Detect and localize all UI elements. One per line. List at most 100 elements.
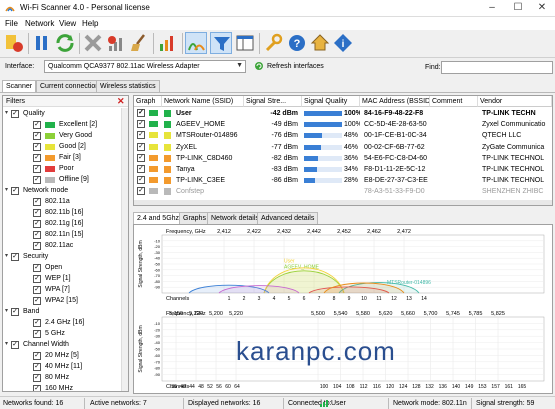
checkbox[interactable]: ✓ (33, 242, 41, 250)
graph-checkbox[interactable]: ✓ (137, 176, 145, 185)
graph-checkbox[interactable]: ✓ (137, 153, 145, 162)
tab-advanced-details[interactable]: Advanced details (257, 212, 319, 224)
start-scan-button[interactable] (3, 32, 25, 54)
checkbox[interactable]: ✓ (33, 374, 41, 382)
table-row[interactable]: ✓ TP-LINK_C3EE -86 dBm 28% E8-DE-27-37-C3-EE… (134, 175, 552, 186)
home-button[interactable] (309, 32, 331, 54)
filter-item[interactable]: ✓ WPA2 [15] (3, 296, 128, 307)
collapse-icon[interactable]: ▾ (5, 186, 8, 193)
graph-checkbox[interactable]: ✓ (137, 187, 145, 196)
filter-item[interactable]: ✓ Good [2] (3, 142, 128, 153)
minimize-button[interactable]: – (479, 0, 505, 17)
filter-item[interactable]: ✓ 80 MHz (3, 373, 128, 384)
checkbox[interactable]: ✓ (33, 209, 41, 217)
interface-select[interactable]: Qualcomm QCA9377 802.11ac Wireless Adapt… (44, 60, 246, 73)
graph-checkbox[interactable]: ✓ (137, 109, 145, 117)
settings-button[interactable] (262, 32, 284, 54)
checkbox[interactable]: ✓ (33, 385, 41, 391)
about-button[interactable]: i (332, 32, 354, 54)
checkbox[interactable]: ✓ (33, 132, 41, 140)
menu-view[interactable]: View (59, 19, 76, 28)
menu-file[interactable]: File (5, 19, 18, 28)
tab-graphs[interactable]: Graphs (179, 212, 210, 224)
pause-button[interactable] (31, 32, 53, 54)
checkbox[interactable]: ✓ (33, 363, 41, 371)
filter-item[interactable]: ✓ Poor (3, 164, 128, 175)
maximize-button[interactable]: ☐ (505, 0, 531, 17)
filter-item[interactable]: ✓ Offline [9] (3, 175, 128, 186)
filter-item[interactable]: ✓ 802.11n [15] (3, 230, 128, 241)
filter-group[interactable]: ▾ ✓ Channel Width (3, 340, 128, 351)
filter-item[interactable]: ✓ 2.4 GHz [16] (3, 318, 128, 329)
find-input[interactable] (441, 61, 553, 74)
table-row[interactable]: ✓ Tanya -83 dBm 34% F8-D1-11-2E-5C-12 TP-LINK… (134, 164, 552, 175)
filter-group[interactable]: ▾ ✓ Quality (3, 109, 128, 120)
checkbox[interactable]: ✓ (33, 286, 41, 294)
filter-item[interactable]: ✓ 802.11ac (3, 241, 128, 252)
checkbox[interactable]: ✓ (33, 319, 41, 327)
tab-current-connection[interactable]: Current connection (36, 80, 104, 92)
delete-button[interactable] (82, 32, 104, 54)
filter-item[interactable]: ✓ Open (3, 263, 128, 274)
checkbox[interactable]: ✓ (11, 110, 19, 118)
filter-item[interactable]: ✓ 802.11g [16] (3, 219, 128, 230)
filter-button[interactable] (210, 32, 232, 54)
col-graph[interactable]: Graph (134, 96, 162, 107)
table-row[interactable]: ✓ User -42 dBm 100% 84-16-F9-48-22-F8 TP-LINK… (134, 108, 552, 119)
filter-item[interactable]: ✓ Excellent [2] (3, 120, 128, 131)
col-ssid[interactable]: Network Name (SSID) (162, 96, 244, 107)
checkbox[interactable]: ✓ (33, 231, 41, 239)
table-row[interactable]: ✓ ZyXEL -77 dBm 46% 00-02-CF-6B-77-62 ZyGate … (134, 142, 552, 153)
checkbox[interactable]: ✓ (33, 176, 41, 184)
checkbox[interactable]: ✓ (33, 330, 41, 338)
filter-item[interactable]: ✓ 40 MHz [11] (3, 362, 128, 373)
table-row[interactable]: ✓ Confstep 78-A3-51-33-F9-D0 SHENZHEN ZHIBC (134, 186, 552, 197)
graph-view-button[interactable] (157, 32, 179, 54)
table-row[interactable]: ✓ AGEEV_HOME -49 dBm 100% CC-5D-4E-28-63-50 Z… (134, 119, 552, 130)
filters-scrollbar[interactable] (121, 108, 128, 391)
signal-graph-button[interactable] (185, 32, 207, 54)
checkbox[interactable]: ✓ (33, 264, 41, 272)
checkbox[interactable]: ✓ (11, 308, 19, 316)
checkbox[interactable]: ✓ (33, 121, 41, 129)
collapse-icon[interactable]: ▾ (5, 340, 8, 347)
filter-group[interactable]: ▾ ✓ Security (3, 252, 128, 263)
col-vendor[interactable]: Vendor (478, 96, 552, 107)
refresh-interfaces-button[interactable]: Refresh interfaces (254, 61, 334, 73)
col-mac-address[interactable]: MAC Address (BSSID) (360, 96, 430, 107)
clear-filters-icon[interactable]: ✕ (117, 96, 125, 107)
checkbox[interactable]: ✓ (33, 198, 41, 206)
horizontal-scrollbar[interactable] (134, 200, 552, 205)
checkbox[interactable]: ✓ (33, 165, 41, 173)
tab-wireless-statistics[interactable]: Wireless statistics (96, 80, 160, 92)
checkbox[interactable]: ✓ (33, 297, 41, 305)
filter-item[interactable]: ✓ Fair [3] (3, 153, 128, 164)
filter-item[interactable]: ✓ 802.11b [16] (3, 208, 128, 219)
col-comment[interactable]: Comment (430, 96, 478, 107)
refresh-button[interactable] (54, 32, 76, 54)
checkbox[interactable]: ✓ (11, 341, 19, 349)
filter-item[interactable]: ✓ WEP [1] (3, 274, 128, 285)
checkbox[interactable]: ✓ (11, 253, 19, 261)
checkbox[interactable]: ✓ (33, 143, 41, 151)
col-signal-strength[interactable]: Signal Stre... (244, 96, 302, 107)
checkbox[interactable]: ✓ (33, 220, 41, 228)
clear-button[interactable] (128, 32, 150, 54)
tab-network-details[interactable]: Network details (207, 212, 263, 224)
close-button[interactable]: ✕ (529, 0, 555, 17)
checkbox[interactable]: ✓ (11, 187, 19, 195)
graph-checkbox[interactable]: ✓ (137, 120, 145, 129)
collapse-icon[interactable]: ▾ (5, 307, 8, 314)
filter-group[interactable]: ▾ ✓ Band (3, 307, 128, 318)
collapse-icon[interactable]: ▾ (5, 109, 8, 116)
delete-offline-button[interactable] (105, 32, 127, 54)
checkbox[interactable]: ✓ (33, 154, 41, 162)
filter-item[interactable]: ✓ WPA [7] (3, 285, 128, 296)
checkbox[interactable]: ✓ (33, 352, 41, 360)
filter-item[interactable]: ✓ Very Good (3, 131, 128, 142)
filter-group[interactable]: ▾ ✓ Network mode (3, 186, 128, 197)
columns-button[interactable] (234, 32, 256, 54)
filter-item[interactable]: ✓ 20 MHz [5] (3, 351, 128, 362)
collapse-icon[interactable]: ▾ (5, 252, 8, 259)
filter-item[interactable]: ✓ 802.11a (3, 197, 128, 208)
